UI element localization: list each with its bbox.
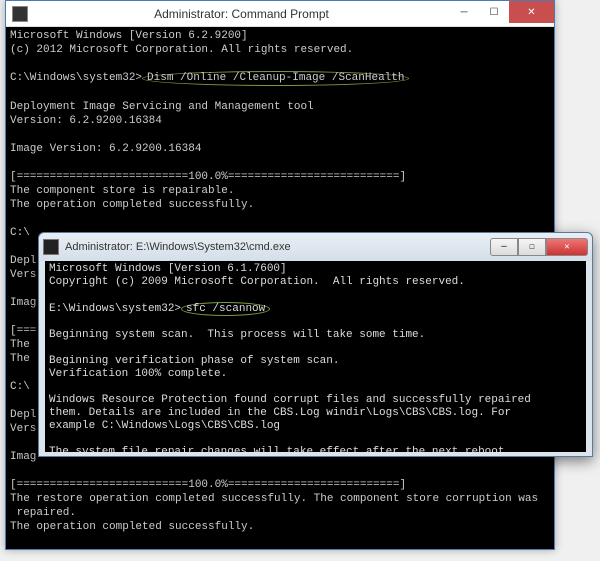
cmd-icon xyxy=(12,6,28,22)
console-prompt: E:\Windows\system32> xyxy=(49,303,181,315)
console-line: Microsoft Windows [Version 6.2.9200] xyxy=(10,30,248,42)
console-line: The restore operation completed successf… xyxy=(10,493,538,505)
highlighted-command-dism: Dism /Online /Cleanup-Image /ScanHealth xyxy=(142,71,409,86)
titlebar-1[interactable]: Administrator: Command Prompt ─ ☐ ✕ xyxy=(6,1,554,27)
console-line: C:\ xyxy=(10,227,30,239)
console-line: Vers xyxy=(10,423,36,435)
console-line: Windows Resource Protection found corrup… xyxy=(49,394,531,432)
titlebar-2[interactable]: Administrator: E:\Windows\System32\cmd.e… xyxy=(39,233,592,261)
console-output-2[interactable]: Microsoft Windows [Version 6.1.7600] Cop… xyxy=(45,261,586,452)
window-controls-2: ─ ☐ ✕ xyxy=(490,238,588,256)
console-line: repaired. xyxy=(10,507,76,519)
console-line: Vers xyxy=(10,269,36,281)
console-line: Verification 100% complete. xyxy=(49,368,227,380)
console-line: Beginning system scan. This process will… xyxy=(49,329,425,341)
console-line: The system file repair changes will take… xyxy=(49,446,511,452)
close-button[interactable]: ✕ xyxy=(546,238,588,256)
console-line: Imag xyxy=(10,297,36,309)
cmd-icon xyxy=(43,239,59,255)
console-line: (c) 2012 Microsoft Corporation. All righ… xyxy=(10,44,353,56)
minimize-button[interactable]: ─ xyxy=(449,1,479,23)
highlighted-command-sfc: sfc /scannow xyxy=(181,302,270,316)
console-line: [=== xyxy=(10,325,36,337)
console-line: The xyxy=(10,353,36,365)
console-line: Beginning verification phase of system s… xyxy=(49,355,339,367)
maximize-button[interactable]: ☐ xyxy=(479,1,509,23)
window-controls-1: ─ ☐ ✕ xyxy=(449,1,554,26)
minimize-button[interactable]: ─ xyxy=(490,238,518,256)
console-prompt: C:\Windows\system32> xyxy=(10,72,142,84)
console-line: Depl xyxy=(10,255,36,267)
window-title-1: Administrator: Command Prompt xyxy=(34,7,449,21)
console-line: [==========================100.0%=======… xyxy=(10,479,406,491)
close-button[interactable]: ✕ xyxy=(509,1,554,23)
console-line: Copyright (c) 2009 Microsoft Corporation… xyxy=(49,276,465,288)
window-title-2: Administrator: E:\Windows\System32\cmd.e… xyxy=(65,241,490,253)
console-line: Image Version: 6.2.9200.16384 xyxy=(10,143,201,155)
console-line: Depl xyxy=(10,409,36,421)
command-prompt-window-2: Administrator: E:\Windows\System32\cmd.e… xyxy=(38,232,593,457)
console-line: Imag xyxy=(10,451,36,463)
console-line: C:\ xyxy=(10,381,30,393)
console-line: Deployment Image Servicing and Managemen… xyxy=(10,101,314,113)
console-line: The operation completed successfully. xyxy=(10,199,254,211)
console-line: The xyxy=(10,339,36,351)
console-line: Microsoft Windows [Version 6.1.7600] xyxy=(49,263,287,275)
console-line: The component store is repairable. xyxy=(10,185,234,197)
console-line: The operation completed successfully. xyxy=(10,521,254,533)
console-line: Version: 6.2.9200.16384 xyxy=(10,115,162,127)
console-line: [==========================100.0%=======… xyxy=(10,171,406,183)
maximize-button[interactable]: ☐ xyxy=(518,238,546,256)
